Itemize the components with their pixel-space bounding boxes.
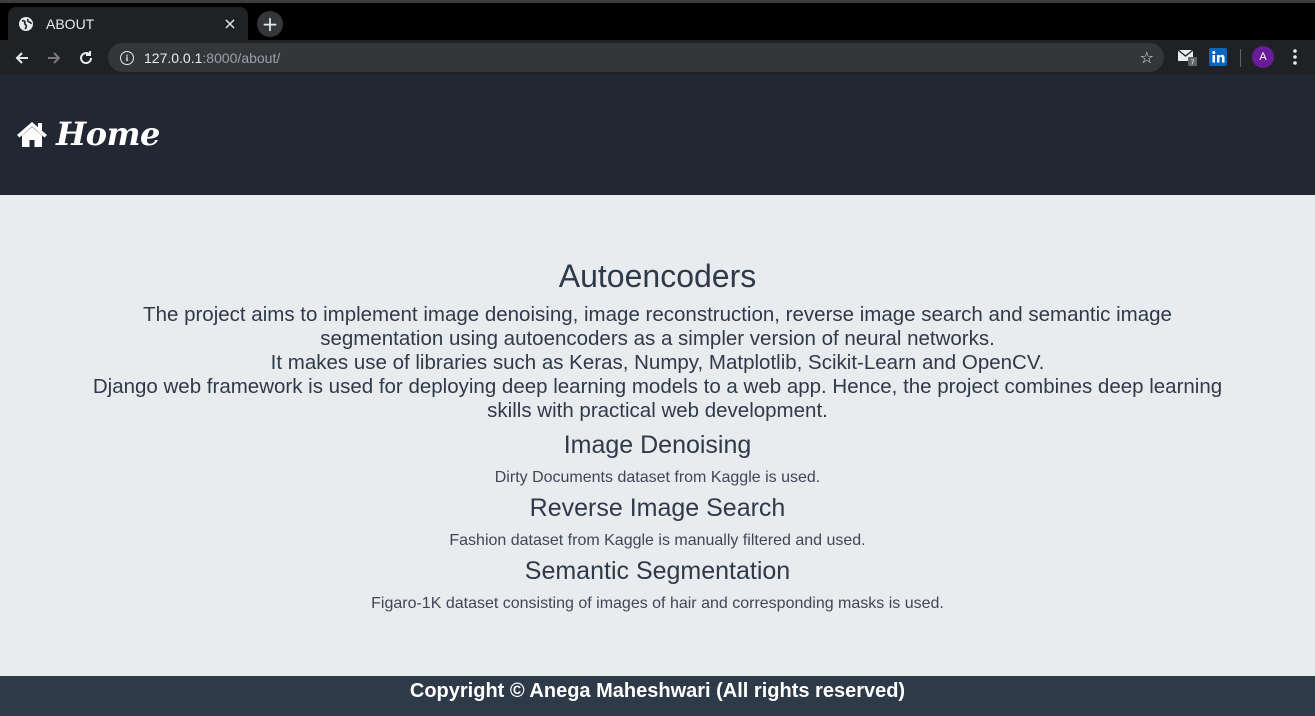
- section-title: Reverse Image Search: [529, 494, 786, 522]
- linkedin-extension-icon[interactable]: [1208, 45, 1228, 69]
- info-icon[interactable]: i: [120, 50, 134, 65]
- intro-paragraph: The project aims to implement image deno…: [143, 303, 1172, 350]
- home-link[interactable]: Home: [16, 115, 160, 153]
- address-bar[interactable]: i 127.0.0.1:8000/about/ ☆: [108, 43, 1164, 72]
- section-description: Fashion dataset from Kaggle is manually …: [449, 532, 866, 549]
- profile-avatar[interactable]: A: [1252, 46, 1274, 68]
- star-icon[interactable]: ☆: [1140, 48, 1154, 67]
- browser-toolbar: i 127.0.0.1:8000/about/ ☆ 7 A: [0, 40, 1315, 75]
- url-text: 127.0.0.1:8000/about/: [144, 49, 281, 66]
- section-description: Dirty Documents dataset from Kaggle is u…: [494, 469, 821, 486]
- intro-paragraph: It makes use of libraries such as Keras,…: [270, 351, 1045, 374]
- house-icon: [16, 120, 48, 148]
- reload-icon[interactable]: [70, 42, 102, 74]
- kebab-menu-icon[interactable]: [1288, 46, 1302, 68]
- page-title: Autoencoders: [558, 258, 757, 294]
- browser-tabbar: ABOUT × +: [0, 0, 1315, 40]
- home-label: Home: [56, 115, 160, 153]
- globe-icon: [18, 16, 34, 32]
- mail-extension-icon[interactable]: 7: [1177, 45, 1199, 69]
- intro-paragraph: Django web framework is used for deployi…: [92, 375, 1223, 422]
- forward-arrow-icon[interactable]: [38, 42, 70, 74]
- main-content: Autoencoders The project aims to impleme…: [0, 195, 1315, 676]
- tab-close-icon[interactable]: ×: [222, 14, 238, 33]
- intro-text: The project aims to implement image deno…: [90, 303, 1225, 423]
- toolbar-divider: [1240, 49, 1241, 67]
- new-tab-button[interactable]: +: [257, 11, 283, 37]
- browser-tab[interactable]: ABOUT ×: [8, 7, 248, 40]
- copyright-text: Copyright © Anega Maheshwari (All rights…: [409, 680, 906, 702]
- section-title: Image Denoising: [563, 431, 752, 459]
- section-description: Figaro-1K dataset consisting of images o…: [371, 595, 944, 612]
- footer: Copyright © Anega Maheshwari (All rights…: [0, 676, 1315, 716]
- section-title: Semantic Segmentation: [524, 557, 791, 585]
- back-arrow-icon[interactable]: [6, 42, 38, 74]
- site-header: Home: [0, 75, 1315, 195]
- svg-text:7: 7: [1190, 59, 1194, 67]
- tab-title: ABOUT: [46, 15, 95, 32]
